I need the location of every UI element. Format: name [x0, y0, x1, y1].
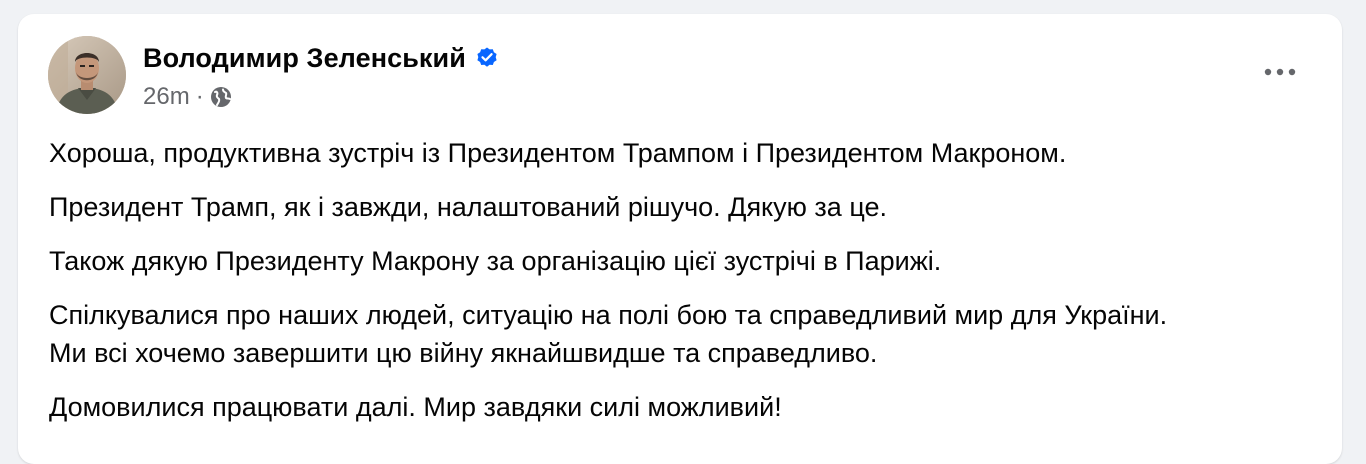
- post-paragraph: Домовилися працювати далі. Мир завдяки с…: [49, 392, 782, 422]
- post-header: Володимир Зеленський 26m ·: [48, 36, 499, 114]
- author-row: Володимир Зеленський: [143, 41, 499, 75]
- post-paragraph: Президент Трамп, як і завжди, налаштован…: [49, 192, 888, 222]
- more-options-icon[interactable]: [1260, 62, 1300, 82]
- post-paragraph: Ми всі хочемо завершити цю війну якнайшв…: [49, 338, 878, 368]
- post-card: Володимир Зеленський 26m · Хороша, проду…: [18, 14, 1342, 464]
- globe-icon[interactable]: [210, 86, 232, 108]
- post-timestamp[interactable]: 26m: [143, 83, 190, 111]
- author-name[interactable]: Володимир Зеленський: [143, 43, 466, 74]
- verified-badge-icon: [475, 46, 499, 70]
- post-paragraph: Також дякую Президенту Макрону за органі…: [49, 246, 942, 276]
- avatar[interactable]: [48, 36, 126, 114]
- post-info-row: 26m ·: [143, 83, 499, 111]
- separator-dot: ·: [195, 83, 204, 110]
- post-paragraph: Спілкувалися про наших людей, ситуацію н…: [49, 300, 1168, 330]
- post-meta: Володимир Зеленський 26m ·: [143, 41, 499, 111]
- post-paragraph: Хороша, продуктивна зустріч із Президент…: [49, 138, 1067, 168]
- post-body: Хороша, продуктивна зустріч із Президент…: [49, 134, 1319, 442]
- avatar-image: [48, 36, 126, 114]
